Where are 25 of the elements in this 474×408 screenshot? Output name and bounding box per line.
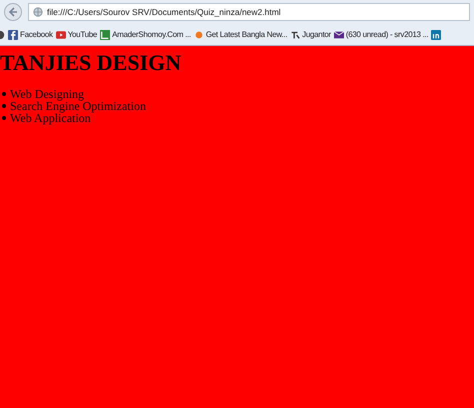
mail-icon: [334, 30, 344, 40]
bookmark-link[interactable]: Jugantor: [290, 28, 331, 40]
chart-logo-icon: [100, 30, 110, 40]
bookmark-link[interactable]: (630 unread) - srv2013 ...: [334, 28, 428, 40]
back-arrow-icon: [8, 7, 18, 17]
bookmark-link[interactable]: [431, 30, 442, 40]
bookmark-link[interactable]: Get Latest Bangla New...: [194, 28, 288, 40]
list-item: Search Engine Optimization: [10, 100, 146, 112]
facebook-icon: [8, 30, 18, 40]
back-button[interactable]: [4, 3, 22, 21]
list-item: Web Application: [10, 112, 91, 124]
bookmark-link[interactable]: AmaderShomoy.Com ...: [100, 28, 191, 40]
list-item: Web Designing: [10, 88, 84, 100]
bookmark-link[interactable]: Facebook: [8, 28, 53, 40]
page-heading: TANJIES DESIGN: [0, 50, 182, 76]
globe-icon: [33, 7, 43, 17]
glyph-icon: [290, 30, 300, 40]
video-play-icon: [56, 30, 66, 40]
bullet-icon: [2, 92, 6, 96]
dot-icon: [194, 30, 204, 40]
address-field[interactable]: file:///C:/Users/Sourov SRV/Documents/Quiz_ninza/new2.html: [28, 3, 470, 21]
bullet-icon: [2, 104, 6, 108]
bullet-icon: [2, 116, 6, 120]
bookmark-link[interactable]: YouTube: [56, 28, 98, 40]
linkedin-icon: [431, 30, 442, 40]
